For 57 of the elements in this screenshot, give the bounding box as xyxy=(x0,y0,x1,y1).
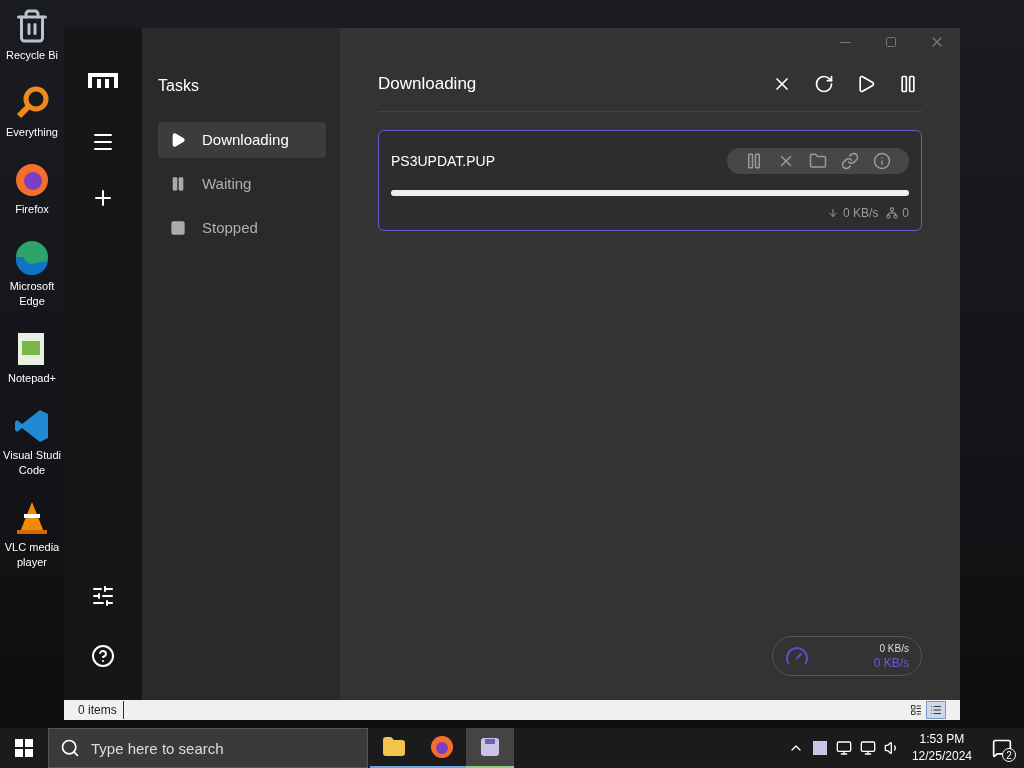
play-icon xyxy=(856,73,876,94)
link-icon[interactable] xyxy=(841,152,859,170)
view-toggle[interactable] xyxy=(926,701,946,719)
traffic-cone-icon xyxy=(14,500,50,536)
play-icon xyxy=(170,132,186,148)
desktop-icon-label[interactable]: Recycle Bi xyxy=(6,48,58,63)
pause-icon xyxy=(170,176,186,192)
taskbar-app-button[interactable] xyxy=(466,728,514,768)
clock-time[interactable]: 1:53 PM xyxy=(919,731,965,748)
desktop-icon-label[interactable]: Notepad+ xyxy=(8,371,56,386)
search-field[interactable]: Type here to search xyxy=(48,728,368,768)
file-name: PS3UPDAT.PUP xyxy=(391,151,496,171)
download-card[interactable]: PS3UPDAT.PUP 0 KB/s 0 xyxy=(378,130,922,231)
list-icon xyxy=(930,704,942,716)
desktop-icon-label[interactable]: Microsoft Edge xyxy=(9,279,55,309)
pause-icon xyxy=(898,73,918,94)
page-title: Downloading xyxy=(378,72,478,95)
upload-speed: 0 KB/s xyxy=(879,642,909,656)
task-filter-item[interactable]: Stopped xyxy=(158,210,326,246)
download-arrow-icon xyxy=(826,207,839,219)
windows-logo-icon xyxy=(15,739,33,757)
code-editor-icon xyxy=(14,408,50,444)
connections-icon xyxy=(886,207,899,219)
task-filter-item[interactable]: Waiting xyxy=(158,166,326,202)
stop-icon xyxy=(170,220,186,236)
browser-globe-icon xyxy=(430,735,454,759)
download-speed: 0 KB/s xyxy=(842,205,879,222)
connection-count: 0 xyxy=(902,205,909,222)
desktop-icon-label[interactable]: Visual Studi Code xyxy=(3,448,61,478)
magnifier-icon xyxy=(14,85,50,121)
minimize-icon xyxy=(839,41,851,43)
download-speed: 0 KB/s xyxy=(873,656,909,670)
maximize-icon xyxy=(885,36,897,48)
settings-icon xyxy=(91,584,115,608)
clock-date[interactable]: 12/25/2024 xyxy=(911,748,972,765)
folder-icon[interactable] xyxy=(809,152,827,170)
wave-circle-icon xyxy=(14,239,50,275)
help-icon xyxy=(91,644,115,668)
desktop-icon-label[interactable]: VLC media player xyxy=(4,540,60,570)
notification-count: 2 xyxy=(1002,748,1016,762)
notifications-button[interactable]: 2 xyxy=(984,728,1020,768)
notification-icon xyxy=(992,738,1012,758)
network-icon[interactable] xyxy=(859,740,876,756)
panel-title: Tasks xyxy=(158,76,200,96)
refresh-icon xyxy=(814,73,834,94)
desktop-icon-label[interactable]: Firefox xyxy=(15,202,49,217)
info-icon[interactable] xyxy=(873,152,891,170)
logo-icon xyxy=(88,72,118,88)
pause-icon[interactable] xyxy=(745,152,763,170)
task-filter-item[interactable]: Downloading xyxy=(158,122,326,158)
recycle-bin-icon xyxy=(14,8,50,44)
item-count: 0 items xyxy=(78,701,124,719)
folder-icon xyxy=(382,735,406,759)
list-icon xyxy=(910,704,922,716)
browser-globe-icon xyxy=(14,162,50,198)
search-icon xyxy=(60,738,80,758)
desktop-icon-label[interactable]: Everything xyxy=(6,125,58,140)
